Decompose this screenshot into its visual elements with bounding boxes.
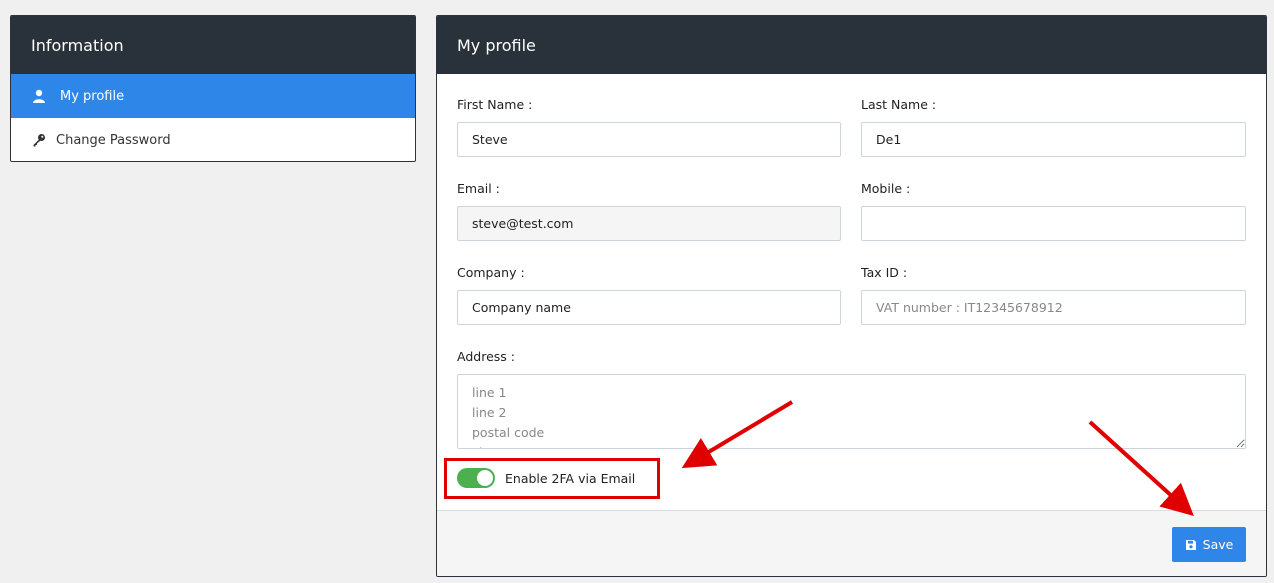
tax-id-label: Tax ID : [861,265,908,280]
company-field[interactable] [457,290,841,325]
email-label: Email : [457,181,500,196]
last-name-field[interactable] [861,122,1246,157]
sidebar-item-label: Change Password [56,132,171,148]
information-panel: Information My profile Change Password [10,15,416,162]
form-footer: Save [437,510,1266,576]
first-name-field[interactable] [457,122,841,157]
sidebar-item-my-profile[interactable]: My profile [11,74,415,118]
company-label: Company : [457,265,525,280]
address-label: Address : [457,349,515,364]
first-name-label: First Name : [457,97,533,112]
twofa-label: Enable 2FA via Email [505,470,636,486]
my-profile-panel-title: My profile [437,16,1266,74]
twofa-toggle[interactable] [457,468,495,488]
floppy-disk-icon [1185,539,1197,551]
twofa-row: Enable 2FA via Email [457,468,635,488]
user-icon [31,88,47,104]
mobile-field[interactable] [861,206,1246,241]
save-button[interactable]: Save [1172,527,1246,562]
address-field[interactable] [457,374,1246,449]
last-name-label: Last Name : [861,97,937,112]
my-profile-panel: My profile First Name : Last Name : Emai… [436,15,1267,577]
sidebar-item-label: My profile [60,88,125,104]
key-icon [31,132,47,148]
toggle-knob [477,470,493,486]
save-label: Save [1202,537,1234,552]
mobile-label: Mobile : [861,181,911,196]
sidebar-item-change-password[interactable]: Change Password [11,118,415,161]
information-panel-title: Information [11,16,415,74]
email-field[interactable] [457,206,841,241]
tax-id-field[interactable] [861,290,1246,325]
